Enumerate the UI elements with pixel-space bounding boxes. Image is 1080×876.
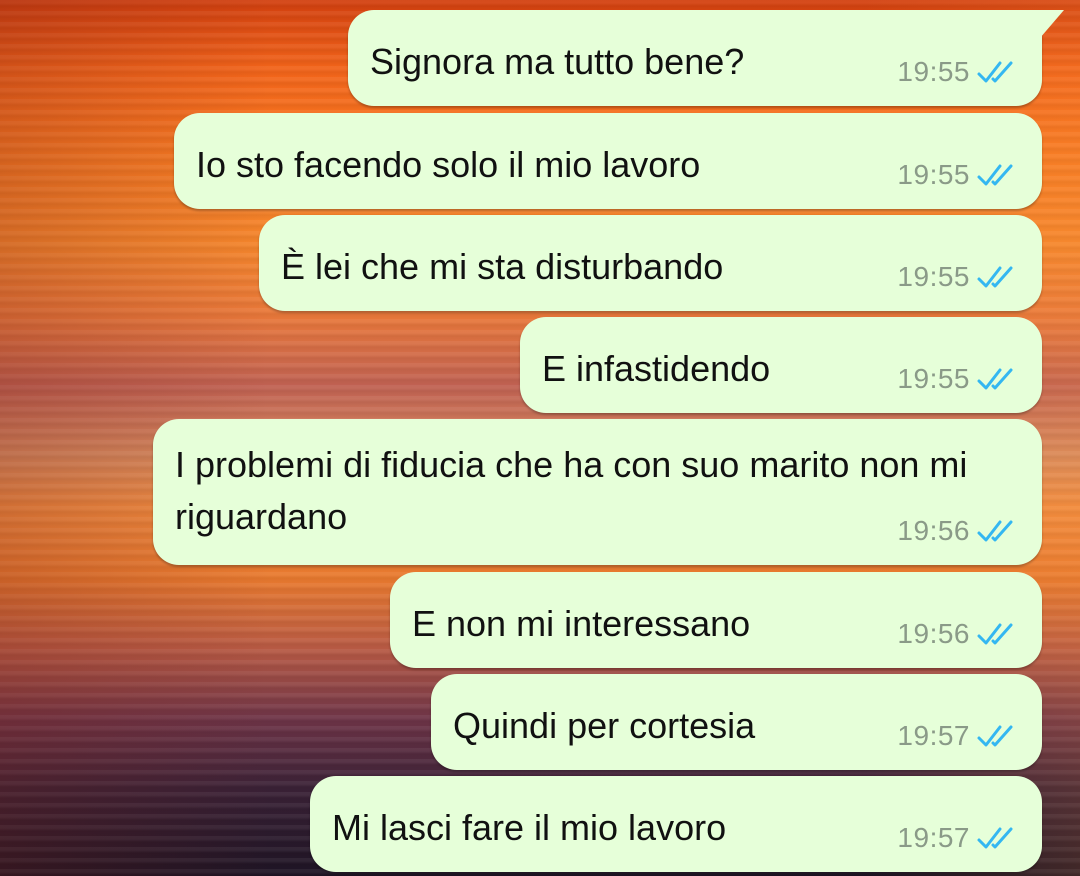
message-time: 19:55 [897, 363, 970, 394]
message-meta: 19:55 [897, 159, 1018, 191]
message-text: I problemi di fiducia che ha con suo mar… [175, 444, 968, 537]
message-meta: 19:57 [897, 822, 1018, 854]
message-bubble[interactable]: E infastidendo 19:55 [520, 317, 1042, 413]
message-text: E non mi interessano [412, 603, 751, 644]
message-bubble[interactable]: Io sto facendo solo il mio lavoro 19:55 [174, 113, 1042, 209]
message-time: 19:55 [897, 261, 970, 292]
message-time: 19:56 [897, 618, 970, 649]
message-meta: 19:56 [897, 515, 1018, 547]
message-time: 19:57 [897, 822, 970, 853]
message-text: Signora ma tutto bene? [370, 41, 745, 82]
message-bubble[interactable]: I problemi di fiducia che ha con suo mar… [153, 419, 1042, 565]
message-text: Io sto facendo solo il mio lavoro [196, 144, 701, 185]
message-time: 19:57 [897, 720, 970, 751]
double-check-icon [977, 266, 1013, 288]
message-bubble[interactable]: E non mi interessano 19:56 [390, 572, 1042, 668]
message-bubble[interactable]: È lei che mi sta disturbando 19:55 [259, 215, 1042, 311]
double-check-icon [977, 520, 1013, 542]
message-bubble[interactable]: Signora ma tutto bene? 19:55 [348, 10, 1064, 106]
double-check-icon [977, 368, 1013, 390]
double-check-icon [977, 623, 1013, 645]
message-time: 19:56 [897, 515, 970, 546]
message-text: Quindi per cortesia [453, 705, 756, 746]
message-text: Mi lasci fare il mio lavoro [332, 807, 727, 848]
double-check-icon [977, 827, 1013, 849]
message-bubble[interactable]: Quindi per cortesia 19:57 [431, 674, 1042, 770]
message-meta: 19:57 [897, 720, 1018, 752]
message-meta: 19:56 [897, 618, 1018, 650]
chat-message-list[interactable]: Signora ma tutto bene? 19:55 Io sto face… [0, 0, 1080, 876]
message-time: 19:55 [897, 159, 970, 190]
message-meta: 19:55 [897, 363, 1018, 395]
message-meta: 19:55 [897, 56, 1018, 88]
message-bubble[interactable]: Mi lasci fare il mio lavoro 19:57 [310, 776, 1042, 872]
message-time: 19:55 [897, 56, 970, 87]
double-check-icon [977, 164, 1013, 186]
message-meta: 19:55 [897, 261, 1018, 293]
double-check-icon [977, 61, 1013, 83]
message-text: È lei che mi sta disturbando [281, 246, 724, 287]
bubble-tail [1040, 10, 1064, 38]
double-check-icon [977, 725, 1013, 747]
message-text: E infastidendo [542, 348, 771, 389]
